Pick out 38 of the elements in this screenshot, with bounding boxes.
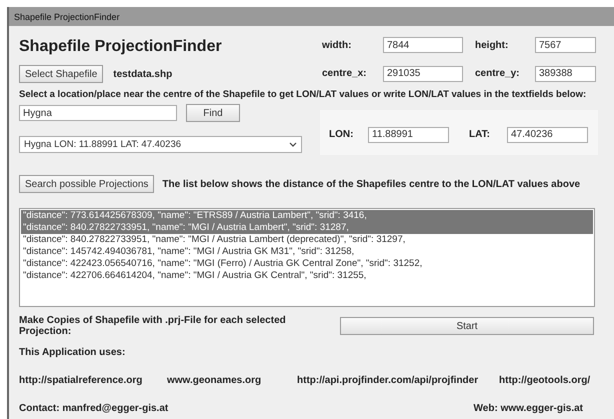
instruction-text: Select a location/place near the centre of the Shapefile to get LON/LAT values or write LON/LAT values in the textfields below:: [19, 89, 588, 100]
url-text: http://spatialreference.org: [19, 375, 144, 386]
find-button[interactable]: Find: [186, 104, 240, 122]
dimension-label: centre_y:: [475, 68, 520, 80]
chevron-icon: [289, 142, 297, 147]
file-name: testdata.shp: [113, 68, 172, 80]
web-text: Web: www.egger-gis.at: [474, 403, 583, 414]
url-text: http://geotools.org/: [499, 375, 590, 386]
dimension-label: width:: [322, 40, 352, 51]
projection-item[interactable]: "distance": 773.614425678309, "name": "ETRS89 / Austria Lambert", "srid": 3416,: [21, 210, 593, 222]
app-heading: Shapefile ProjectionFinder: [19, 38, 223, 56]
dimension-field[interactable]: 7844: [383, 37, 463, 54]
dimension-field[interactable]: 7567: [535, 37, 596, 54]
projection-item[interactable]: "distance": 422706.664614204, "name": "MGI / Austria GK Central", "srid": 31255,: [21, 270, 593, 282]
start-button[interactable]: Start: [340, 317, 594, 335]
url-text: http://api.projfinder.com/api/projfinder: [297, 375, 480, 386]
copies-label: Make Copies of Shapefile with .prj-File for each selected Projection:: [19, 315, 287, 337]
search-projections-button[interactable]: Search possible Projections: [19, 175, 154, 193]
list-caption: The list below shows the distance of the Shapefiles centre to the LON/LAT values above: [162, 178, 580, 190]
location-dropdown[interactable]: Hygna LON: 11.88991 LAT: 47.40236: [19, 136, 302, 153]
dimension-field[interactable]: 291035: [383, 66, 463, 82]
coordinate-field[interactable]: 11.88991: [368, 126, 449, 142]
coordinate-label: LON:: [329, 129, 354, 140]
projection-item[interactable]: "distance": 422423.056540716, "name": "MGI (Ferro) / Austria GK Central Zone", "srid": 31252,: [21, 258, 593, 270]
dimension-field[interactable]: 389388: [535, 66, 596, 82]
coordinate-field[interactable]: 47.40236: [507, 126, 588, 142]
uses-label: This Application uses:: [19, 347, 126, 358]
select-shapefile-button[interactable]: Select Shapefile: [19, 65, 104, 83]
dimension-label: height:: [475, 40, 510, 51]
coordinate-label: LAT:: [469, 129, 491, 140]
projection-item[interactable]: "distance": 145742.494036781, "name": "MGI / Austria GK M31", "srid": 31258,: [21, 246, 593, 258]
projection-item[interactable]: "distance": 840.27822733951, "name": "MGI / Austria Lambert (deprecated)", "srid": 31297,: [21, 234, 593, 246]
contact-text: Contact: manfred@egger-gis.at: [19, 403, 168, 414]
window-title: Shapefile ProjectionFinder: [14, 12, 120, 22]
location-field[interactable]: Hygna: [19, 105, 177, 121]
url-text: www.geonames.org: [167, 375, 262, 386]
dimension-label: centre_x:: [322, 68, 368, 80]
projection-item[interactable]: "distance": 840.27822733951, "name": "MGI / Austria Lambert", "srid": 31287,: [21, 222, 593, 234]
